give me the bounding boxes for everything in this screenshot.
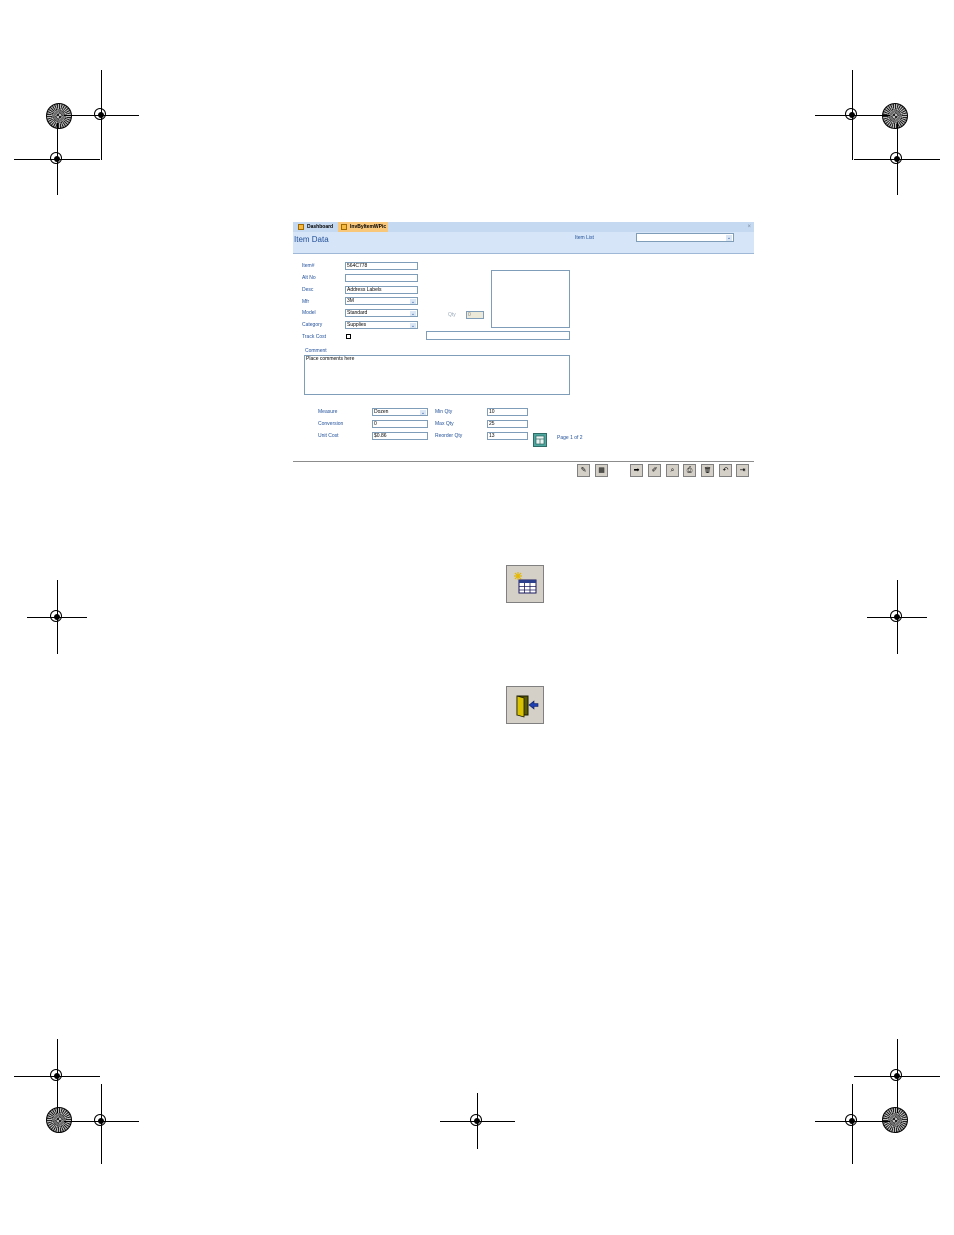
page-indicator: Page 1 of 2: [557, 435, 583, 441]
max-qty-field[interactable]: 25: [487, 420, 528, 428]
item-list-dropdown[interactable]: ⌄: [636, 233, 734, 242]
measure-dropdown[interactable]: Dozen ⌄: [372, 408, 428, 416]
max-qty-label: Max Qty: [435, 421, 454, 427]
category-label: Category: [302, 322, 323, 328]
new-record-icon: ✎: [580, 467, 587, 474]
tab-dashboard[interactable]: Dashboard: [295, 222, 338, 232]
edit-icon: ✐: [651, 467, 658, 474]
find-icon: ⌕: [670, 467, 675, 474]
exit-callout-button: [506, 686, 544, 724]
alt-no-field[interactable]: [345, 274, 418, 282]
category-dropdown[interactable]: Supplies ⌄: [345, 321, 418, 329]
desc-label: Desc: [302, 287, 314, 293]
reorder-qty-label: Reorder Qty: [435, 433, 463, 439]
desc-field[interactable]: Address Labels: [345, 286, 418, 294]
calculator-icon: [535, 435, 545, 445]
new-table-icon: [514, 572, 537, 594]
close-icon[interactable]: ×: [747, 222, 751, 232]
access-form-window: Dashboard InvByItemWPic × Item Data Item…: [293, 222, 754, 479]
edit-button[interactable]: ✐: [648, 464, 661, 477]
reorder-qty-field[interactable]: 13: [487, 432, 528, 440]
new-record-button[interactable]: ✎: [577, 464, 590, 477]
next-record-button[interactable]: ➡: [630, 464, 643, 477]
conversion-field[interactable]: 0: [372, 420, 428, 428]
measure-label: Measure: [318, 409, 338, 415]
measure-value: Dozen: [374, 409, 389, 415]
tab-invbyitemwpic[interactable]: InvByItemWPic: [338, 222, 388, 232]
track-cost-checkbox[interactable]: [346, 334, 351, 339]
new-table-callout-button: [506, 565, 544, 603]
find-button[interactable]: ⌕: [666, 464, 679, 477]
print-icon: ⎙: [686, 467, 693, 474]
comment-textarea[interactable]: Place comments here: [304, 355, 570, 395]
picture-path-field[interactable]: [426, 331, 570, 340]
item-no-field[interactable]: 564C778: [345, 262, 418, 270]
chevron-down-icon[interactable]: ⌄: [410, 322, 416, 328]
registration-rosette: [882, 1107, 908, 1133]
unit-cost-field[interactable]: $0.86: [372, 432, 428, 440]
undo-button[interactable]: ↶: [719, 464, 732, 477]
min-qty-label: Min Qty: [435, 409, 453, 415]
exit-door-icon: [516, 695, 539, 718]
track-cost-label: Track Cost: [302, 334, 326, 340]
registration-rosette: [46, 103, 72, 129]
mfr-dropdown[interactable]: 3M ⌄: [345, 297, 418, 305]
min-qty-field[interactable]: 10: [487, 408, 528, 416]
item-list-label: Item List: [575, 235, 594, 241]
exit-icon: ⇥: [739, 467, 746, 474]
chevron-down-icon[interactable]: ⌄: [410, 310, 416, 316]
undo-icon: ↶: [722, 467, 729, 474]
model-value: Standard: [347, 310, 368, 316]
header-divider: [293, 253, 754, 254]
model-dropdown[interactable]: Standard ⌄: [345, 309, 418, 317]
next-arrow-icon: ➡: [633, 467, 640, 474]
calculator-button[interactable]: [533, 433, 547, 447]
new-table-button[interactable]: ▦: [595, 464, 608, 477]
registration-rosette: [46, 1107, 72, 1133]
qty-field: 0: [466, 311, 484, 319]
model-label: Model: [302, 310, 316, 316]
page-title: Item Data: [294, 235, 329, 244]
form-icon: [298, 224, 304, 230]
alt-no-label: Alt No: [302, 275, 316, 281]
new-table-icon: ▦: [598, 467, 605, 474]
document-tab-bar: Dashboard InvByItemWPic ×: [293, 222, 754, 232]
item-no-label: Item#: [302, 263, 315, 269]
tab-label: Dashboard: [307, 224, 334, 230]
mfr-label: Mfr: [302, 299, 310, 305]
print-button[interactable]: ⎙: [683, 464, 696, 477]
delete-button[interactable]: 🗑: [701, 464, 714, 477]
unit-cost-label: Unit Cost: [318, 433, 339, 439]
category-value: Supplies: [347, 322, 367, 328]
comment-label: Comment: [305, 348, 327, 354]
item-picture-frame: [491, 270, 570, 328]
form-icon: [341, 224, 347, 230]
chevron-down-icon[interactable]: ⌄: [726, 235, 732, 241]
registration-rosette: [882, 103, 908, 129]
mfr-value: 3M: [347, 298, 354, 304]
tab-label: InvByItemWPic: [350, 224, 387, 230]
delete-icon: 🗑: [703, 468, 712, 474]
chevron-down-icon[interactable]: ⌄: [420, 409, 426, 415]
toolbar-divider: [293, 461, 754, 462]
conversion-label: Conversion: [318, 421, 344, 427]
qty-label: Qty: [448, 312, 456, 318]
chevron-down-icon[interactable]: ⌄: [410, 298, 416, 304]
exit-button[interactable]: ⇥: [736, 464, 749, 477]
